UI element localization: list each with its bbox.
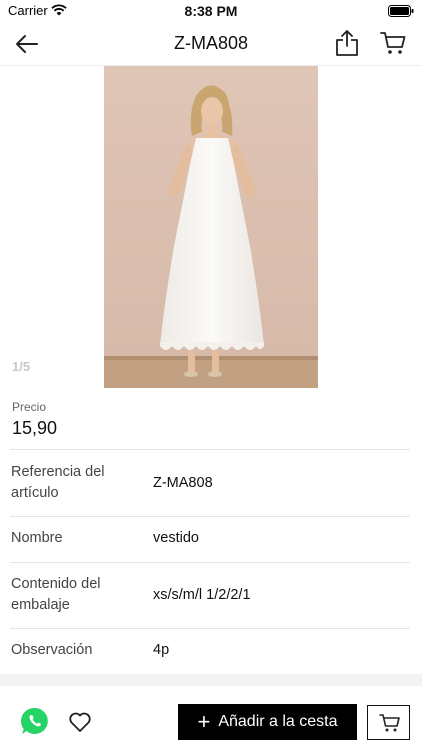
heart-icon[interactable] xyxy=(68,711,92,733)
bottom-action-bar: + Añadir a la cesta xyxy=(0,686,422,750)
cart-button[interactable] xyxy=(367,705,410,740)
detail-value: 4p xyxy=(153,642,170,658)
detail-value: Z-MA808 xyxy=(153,475,213,491)
detail-label: Observación xyxy=(11,642,93,658)
detail-row-reference: Referencia del artículo Z-MA808 xyxy=(0,450,422,516)
product-image[interactable] xyxy=(104,66,318,388)
status-time: 8:38 PM xyxy=(184,3,238,19)
section-separator xyxy=(0,674,422,686)
detail-value: vestido xyxy=(153,530,199,546)
cart-icon xyxy=(379,714,400,732)
back-arrow-icon[interactable] xyxy=(14,31,40,57)
detail-row-observation: Observación 4p xyxy=(0,629,422,674)
detail-label: Referencia del artículo xyxy=(11,464,105,501)
detail-label: Nombre xyxy=(11,530,63,546)
price-value: 15,90 xyxy=(12,418,58,438)
status-bar: Carrier 8:38 PM xyxy=(0,0,422,22)
share-icon[interactable] xyxy=(334,29,360,57)
whatsapp-icon[interactable] xyxy=(21,707,49,735)
detail-row-name: Nombre vestido xyxy=(0,517,422,562)
add-to-cart-label: Añadir a la cesta xyxy=(218,713,338,730)
battery-icon xyxy=(388,5,414,17)
gallery-page-indicator: 1/5 xyxy=(12,359,31,374)
detail-row-package-content: Contenido del embalaje xs/s/m/l 1/2/2/1 xyxy=(0,563,422,628)
nav-bar: Z-MA808 xyxy=(0,22,422,66)
detail-label: Contenido del embalaje xyxy=(11,576,101,613)
add-to-cart-button[interactable]: + Añadir a la cesta xyxy=(178,704,357,740)
detail-value: xs/s/m/l 1/2/2/1 xyxy=(153,587,251,603)
cart-icon[interactable] xyxy=(380,30,406,56)
plus-icon: + xyxy=(197,709,211,734)
product-gallery[interactable]: 1/5 xyxy=(0,66,422,388)
price-label: Precio xyxy=(12,400,47,414)
